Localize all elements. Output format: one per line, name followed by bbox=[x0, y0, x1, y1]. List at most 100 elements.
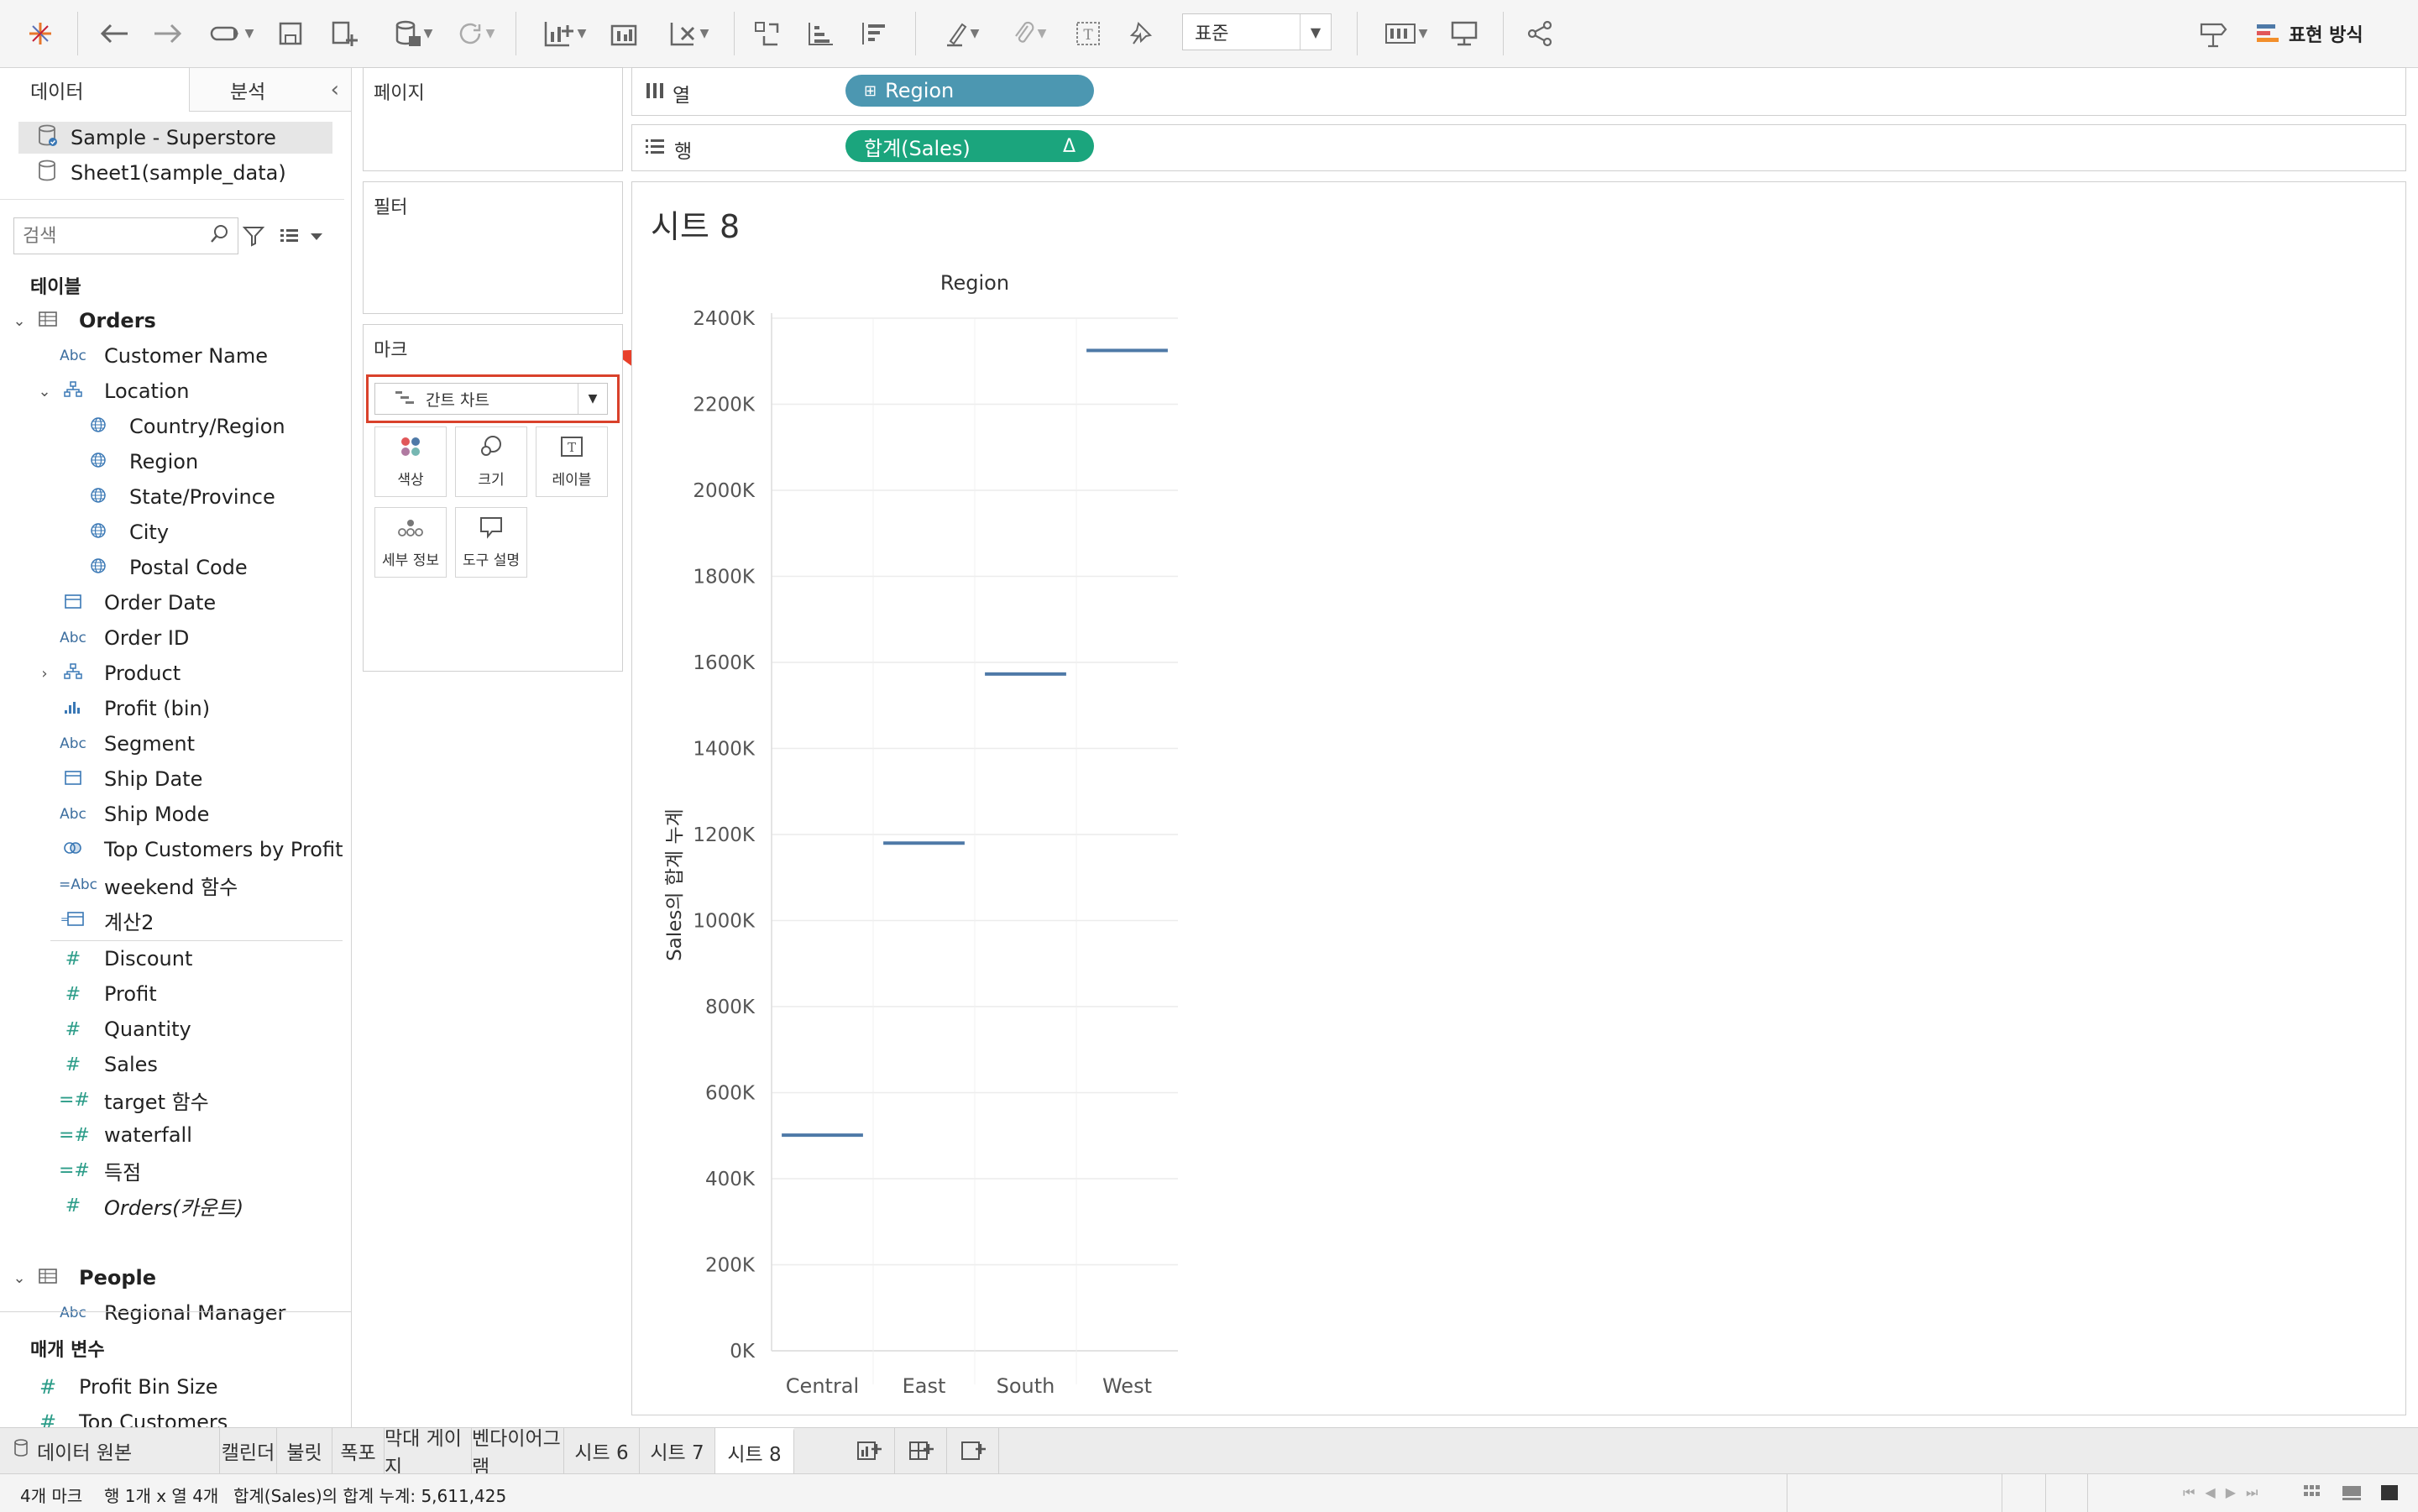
new-worksheet-icon[interactable]: ▼ bbox=[531, 15, 598, 52]
measure-field-item[interactable]: # Profit bbox=[0, 976, 344, 1012]
dimension-field-item[interactable]: Postal Code bbox=[0, 550, 344, 585]
swap-rows-columns-icon[interactable] bbox=[749, 15, 786, 52]
show-cards-icon[interactable]: ▼ bbox=[1375, 15, 1436, 52]
field-item[interactable]: Abc Regional Manager bbox=[0, 1295, 344, 1331]
dimension-field-item[interactable]: Order Date bbox=[0, 585, 344, 620]
fix-axes-pin-icon[interactable] bbox=[1123, 15, 1160, 52]
filmstrip-icon[interactable] bbox=[2341, 1483, 2363, 1507]
sheet-tab[interactable]: 막대 게이지 bbox=[385, 1428, 472, 1478]
tab-analysis[interactable]: 분석 ‹ bbox=[190, 68, 351, 112]
dimension-field-item[interactable]: Region bbox=[0, 444, 344, 479]
save-icon[interactable] bbox=[274, 15, 307, 52]
sheet-tab[interactable]: 불릿 bbox=[277, 1428, 332, 1473]
dimension-field-item[interactable]: Profit (bin) bbox=[0, 691, 344, 726]
mark-size-button[interactable]: 크기 bbox=[455, 426, 527, 497]
sheet-navigation-icons[interactable]: ⏮◀▶⏭ bbox=[2183, 1484, 2268, 1501]
datasource-item[interactable]: Sample - Superstore bbox=[0, 120, 344, 155]
table-orders[interactable]: ⌄ Orders bbox=[0, 303, 344, 338]
tooltip-signpost-icon[interactable] bbox=[2195, 15, 2232, 52]
sheet-tab[interactable]: 폭포 bbox=[332, 1428, 385, 1473]
dimension-field-item[interactable]: =Abc weekend 함수 bbox=[0, 867, 344, 902]
dimension-field-item[interactable]: Abc Order ID bbox=[0, 620, 344, 656]
search-field[interactable] bbox=[13, 217, 238, 254]
dimension-field-item[interactable]: Abc Segment bbox=[0, 726, 344, 761]
tab-datasource[interactable]: 데이터 원본 bbox=[0, 1428, 220, 1473]
tab-data[interactable]: 데이터 bbox=[0, 68, 190, 112]
table-people[interactable]: ⌄ People bbox=[0, 1260, 344, 1295]
sheet-sorter-icon[interactable] bbox=[2302, 1483, 2322, 1507]
dimension-field-item[interactable]: › Product bbox=[0, 656, 344, 691]
rows-shelf[interactable]: 행 합계(Sales) Δ bbox=[631, 124, 2406, 171]
pause-autoupdate-icon[interactable]: ▼ bbox=[379, 15, 447, 52]
new-dashboard-tab-icon[interactable] bbox=[895, 1428, 947, 1473]
clear-sheet-icon[interactable]: ▼ bbox=[655, 15, 722, 52]
new-worksheet-tab-icon[interactable] bbox=[843, 1428, 895, 1473]
gantt-chart[interactable]: Region 0K 200K 400K 600K 800K 1000K 1200K 1400K 1… bbox=[632, 182, 2405, 1415]
sales-pill[interactable]: 합계(Sales) Δ bbox=[845, 130, 1094, 162]
mark-color-button[interactable]: 색상 bbox=[374, 426, 447, 497]
chevron-down-icon[interactable]: ▼ bbox=[1300, 14, 1331, 50]
region-pill[interactable]: ⊞ Region bbox=[845, 75, 1094, 107]
sheet-tab[interactable]: 시트 8 bbox=[715, 1428, 794, 1473]
tableau-logo-icon[interactable] bbox=[24, 15, 57, 52]
sort-descending-icon[interactable] bbox=[856, 15, 893, 52]
pages-shelf[interactable]: 페이지 bbox=[363, 67, 623, 171]
measure-field-item[interactable]: =# 득점 bbox=[0, 1153, 344, 1188]
datasource-item[interactable]: Sheet1(sample_data) bbox=[0, 155, 344, 191]
dimension-field-item[interactable]: Abc Customer Name bbox=[0, 338, 344, 374]
dimension-field-item[interactable]: Country/Region bbox=[0, 409, 344, 444]
search-icon[interactable] bbox=[209, 223, 229, 249]
dimension-field-item[interactable]: ⌄ Location bbox=[0, 374, 344, 409]
dimension-field-item[interactable]: Top Customers by Profit bbox=[0, 832, 344, 867]
duplicate-sheet-icon[interactable] bbox=[606, 15, 643, 52]
dimension-field-item[interactable]: = 계산2 bbox=[0, 902, 344, 938]
mark-detail-button[interactable]: 세부 정보 bbox=[374, 507, 447, 578]
chevron-down-icon[interactable]: ▼ bbox=[578, 384, 607, 414]
show-me-button[interactable]: 표현 방식 bbox=[2255, 15, 2381, 52]
filter-icon[interactable] bbox=[242, 224, 265, 251]
field-label: Country/Region bbox=[129, 415, 285, 438]
chevron-down-icon[interactable]: ⌄ bbox=[5, 312, 34, 330]
measure-field-item[interactable]: # Sales bbox=[0, 1047, 344, 1082]
sheet-tab[interactable]: 벤다이어그램 bbox=[472, 1428, 564, 1478]
measure-field-item[interactable]: # Discount bbox=[0, 941, 344, 976]
measure-field-item[interactable]: # Orders(카운트) bbox=[0, 1188, 344, 1223]
measure-field-item[interactable]: =# waterfall bbox=[0, 1117, 344, 1153]
share-icon[interactable] bbox=[1521, 15, 1558, 52]
expand-plus-icon[interactable]: ⊞ bbox=[864, 82, 877, 100]
measure-field-item[interactable]: =# target 함수 bbox=[0, 1082, 344, 1117]
collapse-pane-icon[interactable]: ‹ bbox=[331, 77, 339, 102]
tabs-view-icon[interactable] bbox=[2379, 1483, 2400, 1507]
new-story-tab-icon[interactable] bbox=[947, 1428, 999, 1473]
parameter-item[interactable]: # Profit Bin Size bbox=[0, 1369, 344, 1405]
filters-shelf[interactable]: 필터 bbox=[363, 181, 623, 314]
dimension-field-item[interactable]: State/Province bbox=[0, 479, 344, 515]
show-mark-labels-icon[interactable]: T bbox=[1070, 15, 1107, 52]
dimension-field-item[interactable]: Ship Date bbox=[0, 761, 344, 797]
measure-field-item[interactable]: # Quantity bbox=[0, 1012, 344, 1047]
presentation-mode-icon[interactable] bbox=[1446, 15, 1483, 52]
search-input[interactable] bbox=[21, 222, 201, 250]
sort-ascending-icon[interactable] bbox=[803, 15, 840, 52]
chevron-down-icon[interactable]: ⌄ bbox=[30, 383, 59, 400]
fit-select[interactable]: 표준 ▼ bbox=[1182, 13, 1332, 50]
group-members-icon[interactable]: ▼ bbox=[999, 15, 1058, 52]
view-options-icon[interactable] bbox=[279, 226, 326, 249]
undo-icon[interactable] bbox=[96, 15, 133, 52]
mark-type-select[interactable]: 간트 차트 ▼ bbox=[374, 383, 608, 415]
columns-shelf[interactable]: 열 ⊞ Region bbox=[631, 67, 2406, 116]
highlight-icon[interactable]: ▼ bbox=[932, 15, 991, 52]
sheet-tab[interactable]: 시트 7 bbox=[640, 1428, 715, 1473]
chevron-down-icon[interactable]: ⌄ bbox=[5, 1269, 34, 1287]
dimension-field-item[interactable]: City bbox=[0, 515, 344, 550]
dimension-field-item[interactable]: Abc Ship Mode bbox=[0, 797, 344, 832]
mark-label-button[interactable]: T 레이블 bbox=[536, 426, 608, 497]
redo-icon[interactable] bbox=[149, 15, 186, 52]
mark-tooltip-button[interactable]: 도구 설명 bbox=[455, 507, 527, 578]
sheet-tab[interactable]: 시트 6 bbox=[564, 1428, 640, 1473]
new-datasource-icon[interactable] bbox=[326, 15, 363, 52]
replay-animation-icon[interactable]: ▼ bbox=[202, 15, 262, 52]
refresh-icon[interactable]: ▼ bbox=[445, 15, 505, 52]
chevron-right-icon[interactable]: › bbox=[30, 665, 59, 683]
sheet-tab[interactable]: 캘린더 bbox=[220, 1428, 277, 1473]
